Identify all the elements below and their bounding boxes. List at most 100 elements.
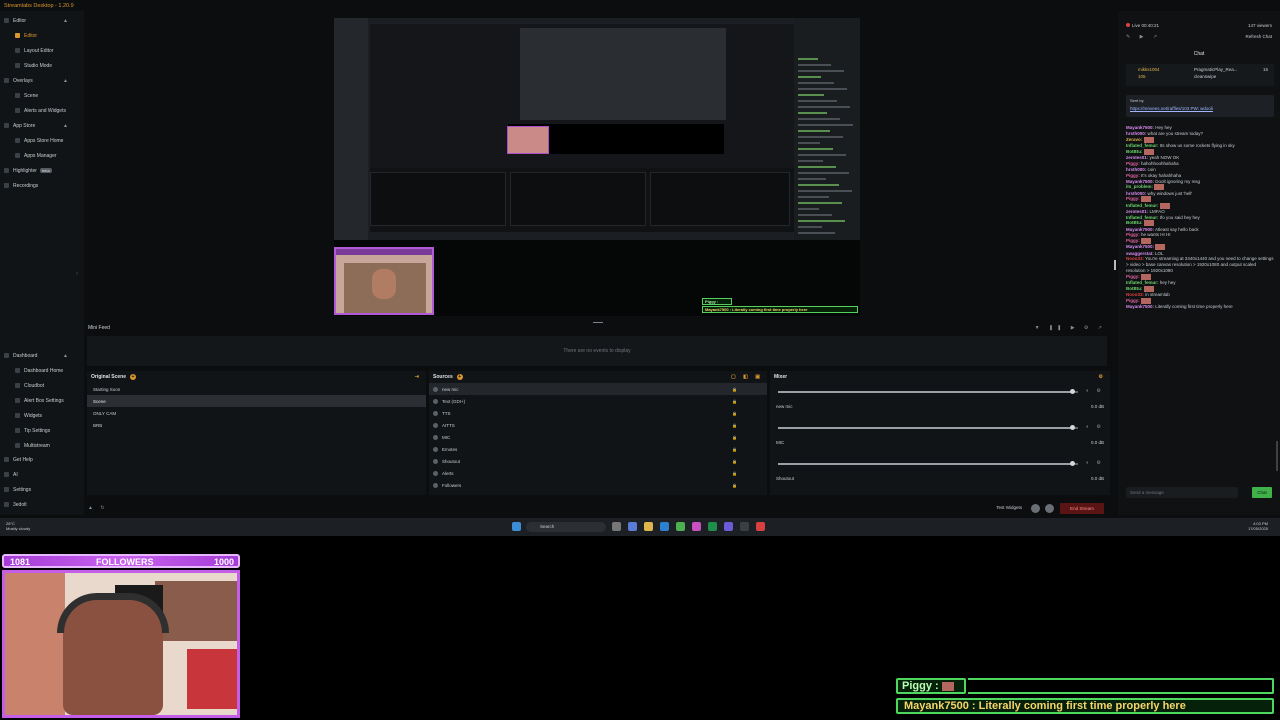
- nav-item-editor-1[interactable]: Editor: [0, 28, 84, 43]
- chat-username[interactable]: BotBtu:: [1126, 149, 1143, 154]
- chrome-icon[interactable]: [676, 522, 685, 531]
- source-item-text-gdi[interactable]: Text (GDI+) 🔒: [429, 395, 767, 407]
- lock-icon[interactable]: 🔒: [732, 399, 737, 404]
- source-item-alerts[interactable]: Alerts 🔒: [429, 467, 767, 479]
- chat-scrollbar[interactable]: [1276, 441, 1278, 471]
- chat-username[interactable]: Piggy:: [1126, 232, 1140, 237]
- nav-item-dashboard-home-1[interactable]: Dashboard Home: [0, 363, 84, 378]
- lock-icon[interactable]: 🔒: [732, 435, 737, 440]
- task-view-icon[interactable]: [612, 522, 621, 531]
- nav-item-alert-box-settings-3[interactable]: Alert Box Settings: [0, 393, 84, 408]
- chat-username[interactable]: zerotes01:: [1126, 209, 1148, 214]
- chat-username[interactable]: Mayank7500:: [1126, 304, 1154, 309]
- lock-icon[interactable]: 🔒: [732, 459, 737, 464]
- scene-item-starting-soon[interactable]: Starting Soon: [87, 383, 426, 395]
- taskbar-clock[interactable]: 4:03 PM 17/05/2025: [1248, 521, 1268, 531]
- source-item-mic[interactable]: MIC 🔒: [429, 431, 767, 443]
- chat-username[interactable]: Mayank7500:: [1126, 245, 1154, 250]
- volume-slider[interactable]: [778, 427, 1078, 429]
- app-icon-2[interactable]: [692, 522, 701, 531]
- chat-username[interactable]: Mayank7500:: [1126, 125, 1154, 130]
- scene-item-scene[interactable]: Scene: [87, 395, 426, 407]
- chat-username[interactable]: zerotes01:: [1126, 155, 1148, 160]
- chat-username[interactable]: Piggy:: [1126, 173, 1140, 178]
- nav-item-widgets-4[interactable]: Widgets: [0, 408, 84, 423]
- raffle-link[interactable]: https://renvees.net/raffles/103 PW: wdoo…: [1130, 106, 1213, 111]
- nav-item-apps-manager-2[interactable]: Apps Manager: [0, 148, 84, 163]
- chat-username[interactable]: Piggy:: [1126, 274, 1140, 279]
- chat-username[interactable]: hrsth000:: [1126, 167, 1146, 172]
- chat-send-button[interactable]: Chat: [1252, 487, 1272, 498]
- chevron-up-icon[interactable]: ▲: [63, 78, 68, 84]
- scene-item-only-cam[interactable]: ONLY CAM: [87, 407, 426, 419]
- nav-item-cloudbot-2[interactable]: Cloudbot: [0, 378, 84, 393]
- chat-username[interactable]: swaggerstat:: [1126, 251, 1154, 256]
- nav-item-scene-1[interactable]: Scene: [0, 88, 84, 103]
- volume-knob[interactable]: [1070, 425, 1075, 430]
- nav-item-ai-1[interactable]: AI: [0, 467, 84, 482]
- nav-recordings[interactable]: Recordings: [0, 178, 84, 193]
- edge-icon[interactable]: [660, 522, 669, 531]
- mixer-settings-icon[interactable]: ⚙: [1099, 374, 1106, 380]
- stream-preview[interactable]: Piggy : Mayank7500 : Literally coming fi…: [334, 18, 860, 316]
- app-icon-3[interactable]: [756, 522, 765, 531]
- nav-item-tip-settings-5[interactable]: Tip Settings: [0, 423, 84, 438]
- lock-icon[interactable]: 🔒: [732, 447, 737, 452]
- nav-item-apps-store-home-1[interactable]: Apps Store Home: [0, 133, 84, 148]
- collapse-right-handle[interactable]: [1114, 260, 1116, 270]
- windows-start-icon[interactable]: [512, 522, 521, 531]
- source-folder-icons[interactable]: ▢ ◧ ▣: [731, 374, 763, 380]
- mute-settings-icon[interactable]: ◐ ⚙: [1086, 460, 1104, 466]
- nav-item-dashboard-0[interactable]: Dashboard ▲: [0, 348, 84, 363]
- source-item-new-mic[interactable]: new mic 🔒: [429, 383, 767, 395]
- scene-transition-icon[interactable]: ⇥: [415, 374, 422, 380]
- lock-icon[interactable]: 🔒: [732, 423, 737, 428]
- source-item-aitts[interactable]: AITTS 🔒: [429, 419, 767, 431]
- chat-username[interactable]: Piggy:: [1126, 239, 1140, 244]
- chat-username[interactable]: Zeravo:: [1126, 137, 1142, 142]
- nav-item-layout-editor-2[interactable]: Layout Editor: [0, 43, 84, 58]
- collapse-left-icon[interactable]: ‹: [76, 271, 78, 277]
- chat-username[interactable]: Nooo33:: [1126, 256, 1144, 261]
- chevron-up-icon[interactable]: ▲: [63, 353, 68, 359]
- nav-item-settings-2[interactable]: Settings: [0, 482, 84, 497]
- chat-username[interactable]: Piggy:: [1126, 298, 1140, 303]
- chat-username[interactable]: Inflated_femur:: [1126, 280, 1159, 285]
- taskbar-search[interactable]: Search: [526, 522, 606, 532]
- volume-knob[interactable]: [1070, 461, 1075, 466]
- add-scene-icon[interactable]: +: [130, 374, 137, 380]
- taskbar-weather[interactable]: 28°C Mostly cloudy: [6, 521, 30, 531]
- nav-item-3edolt-3[interactable]: 3edolt: [0, 497, 84, 512]
- mute-settings-icon[interactable]: ◐ ⚙: [1086, 424, 1104, 430]
- nav-item-editor-0[interactable]: Editor ▲: [0, 13, 84, 28]
- nav-item-alerts-and-widgets-2[interactable]: Alerts and Widgets: [0, 103, 84, 118]
- nav-item-overlays-0[interactable]: Overlays ▲: [0, 73, 84, 88]
- chat-username[interactable]: BotBtu:: [1126, 286, 1143, 291]
- footer-performance-icon[interactable]: ▲ ↻: [88, 505, 108, 511]
- test-widgets-button[interactable]: Test Widgets: [996, 505, 1022, 510]
- nav-highlighter[interactable]: Highlighter beta: [0, 163, 84, 178]
- chat-username[interactable]: Inflated_femur:: [1126, 215, 1159, 220]
- nav-item-get-help-0[interactable]: Get Help: [0, 452, 84, 467]
- nav-item-studio-mode-3[interactable]: Studio Mode: [0, 58, 84, 73]
- chat-username[interactable]: Mayank7500:: [1126, 227, 1154, 232]
- refresh-chat-button[interactable]: Refresh Chat: [1245, 34, 1272, 39]
- replay-icon[interactable]: [1045, 504, 1054, 513]
- chat-username[interactable]: Inflated_femur:: [1126, 203, 1159, 208]
- chat-username[interactable]: hrsth000:: [1126, 131, 1146, 136]
- nav-item-app-store-0[interactable]: App Store ▲: [0, 118, 84, 133]
- add-source-icon[interactable]: +: [456, 374, 463, 380]
- scene-item-brb[interactable]: BRB: [87, 419, 426, 431]
- file-explorer-icon[interactable]: [644, 522, 653, 531]
- source-item-followers[interactable]: Followers 🔒: [429, 479, 767, 491]
- volume-knob[interactable]: [1070, 389, 1075, 394]
- source-item-tts[interactable]: TTS 🔒: [429, 407, 767, 419]
- lock-icon[interactable]: 🔒: [732, 483, 737, 488]
- source-item-emotes[interactable]: Emotes 🔒: [429, 443, 767, 455]
- xbox-icon[interactable]: [708, 522, 717, 531]
- streamlabs-taskbar-icon[interactable]: [740, 522, 749, 531]
- mini-feed-tools-icon[interactable]: ▼ ❚❚ ▶ ⚙ ↗: [1035, 325, 1106, 331]
- volume-slider[interactable]: [778, 463, 1078, 465]
- chat-username[interactable]: Nooo33:: [1126, 292, 1144, 297]
- app-icon-1[interactable]: [628, 522, 637, 531]
